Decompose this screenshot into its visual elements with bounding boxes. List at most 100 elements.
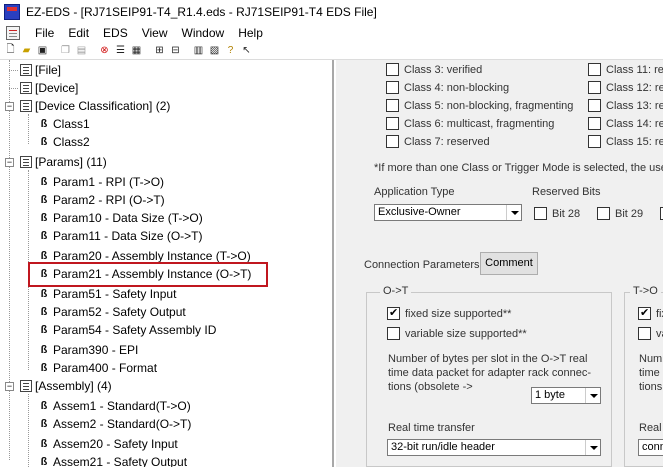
help-book-icon[interactable]: ▥ — [191, 43, 206, 58]
ot-bytes-select[interactable]: 1 byte — [531, 387, 601, 404]
tree-device-classification[interactable]: [Device Classification] (2) — [20, 97, 170, 115]
class14-checkbox[interactable]: Class 14: res — [588, 117, 663, 130]
item-icon: ß — [40, 212, 48, 224]
class12-checkbox[interactable]: Class 12: res — [588, 81, 663, 94]
multi-class-note: *If more than one Class or Trigger Mode … — [374, 162, 663, 174]
tree-device[interactable]: [Device] — [20, 79, 78, 97]
bit29-checkbox[interactable]: Bit 29 — [597, 207, 643, 220]
ot-realtime-label: Real time transfer — [388, 422, 475, 434]
properties-panel: Class 3: verified Class 4: non-blocking … — [336, 60, 663, 467]
context-help-icon[interactable]: ↖ — [239, 43, 254, 58]
tree-icon[interactable]: ⊞ — [152, 43, 167, 58]
reserved-bits-label: Reserved Bits — [532, 186, 601, 198]
item-icon: ß — [40, 250, 48, 262]
tree2-icon[interactable]: ⊟ — [168, 43, 183, 58]
section-icon — [20, 64, 32, 76]
tree-param[interactable]: ß Param1 - RPI (T->O) — [38, 173, 164, 191]
tree-param[interactable]: ß Param54 - Safety Assembly ID — [38, 321, 217, 339]
tree-assem[interactable]: ß Assem21 - Safety Output — [38, 453, 187, 467]
to-text-1: Numb — [639, 353, 663, 365]
tree-param[interactable]: ß Param390 - EPI — [38, 341, 139, 359]
selection-highlight — [28, 262, 268, 287]
class3-checkbox[interactable]: Class 3: verified — [386, 63, 482, 76]
tree-param[interactable]: ß Param51 - Safety Input — [38, 285, 177, 303]
item-icon: ß — [40, 400, 48, 412]
item-icon: ß — [40, 418, 48, 430]
to-text-2: time d — [639, 367, 663, 379]
document-icon[interactable] — [6, 25, 20, 40]
ot-bytes-text-1: Number of bytes per slot in the O->T rea… — [388, 353, 588, 365]
menu-edit[interactable]: Edit — [61, 26, 96, 40]
item-icon: ß — [40, 344, 48, 356]
question-icon[interactable]: ? — [223, 43, 238, 58]
item-icon: ß — [40, 176, 48, 188]
tree-param[interactable]: ß Param52 - Safety Output — [38, 303, 186, 321]
menu-window[interactable]: Window — [175, 26, 232, 40]
application-type-select[interactable]: Exclusive-Owner — [374, 204, 522, 221]
open-icon[interactable]: ▰ — [19, 43, 34, 58]
tree-params[interactable]: [Params] (11) — [20, 153, 107, 171]
tree-assembly[interactable]: [Assembly] (4) — [20, 377, 112, 395]
class4-checkbox[interactable]: Class 4: non-blocking — [386, 81, 509, 94]
bit28-checkbox[interactable]: Bit 28 — [534, 207, 580, 220]
tree-param[interactable]: ß Param11 - Data Size (O->T) — [38, 227, 203, 245]
menu-help[interactable]: Help — [231, 26, 270, 40]
menu-eds[interactable]: EDS — [96, 26, 135, 40]
class15-checkbox[interactable]: Class 15: res — [588, 135, 663, 148]
item-icon: ß — [40, 288, 48, 300]
tree-assem[interactable]: ß Assem1 - Standard(T->O) — [38, 397, 191, 415]
new-icon[interactable]: 🗋 — [3, 43, 18, 58]
collapse-device-classification[interactable]: − — [5, 102, 14, 111]
item-icon: ß — [40, 362, 48, 374]
tree-param[interactable]: ß Param2 - RPI (O->T) — [38, 191, 165, 209]
grid-icon[interactable]: ▦ — [129, 43, 144, 58]
ot-variable-size-checkbox[interactable]: variable size supported** — [387, 327, 527, 340]
ot-group-title: O->T — [380, 285, 412, 297]
stop-icon[interactable]: ⊗ — [97, 43, 112, 58]
tree-assem[interactable]: ß Assem20 - Safety Input — [38, 435, 178, 453]
comment-button[interactable]: Comment — [480, 252, 538, 275]
chevron-down-icon — [585, 388, 600, 403]
collapse-params[interactable]: − — [5, 158, 14, 167]
item-icon: ß — [40, 194, 48, 206]
item-icon: ß — [40, 136, 48, 148]
section-icon — [20, 380, 32, 392]
tree-class2[interactable]: ß Class2 — [38, 133, 90, 151]
paste-icon[interactable]: ▤ — [74, 43, 89, 58]
tree-class1[interactable]: ß Class1 — [38, 115, 90, 133]
class6-checkbox[interactable]: Class 6: multicast, fragmenting — [386, 117, 554, 130]
application-type-label: Application Type — [374, 186, 455, 198]
collapse-assembly[interactable]: − — [5, 382, 14, 391]
list-icon[interactable]: ☰ — [113, 43, 128, 58]
ot-bytes-text-2: time data packet for adapter rack connec… — [388, 367, 591, 379]
copy-icon[interactable]: ❐ — [58, 43, 73, 58]
tree-assem[interactable]: ß Assem2 - Standard(O->T) — [38, 415, 192, 433]
save-icon[interactable]: ▣ — [35, 43, 50, 58]
page-icon[interactable]: ▧ — [207, 43, 222, 58]
to-text-3: tions ( — [639, 381, 663, 393]
chevron-down-icon — [585, 440, 600, 455]
class13-checkbox[interactable]: Class 13: res — [588, 99, 663, 112]
class7-checkbox[interactable]: Class 7: reserved — [386, 135, 490, 148]
menu-file[interactable]: File — [28, 26, 61, 40]
tree-param[interactable]: ß Param10 - Data Size (T->O) — [38, 209, 203, 227]
item-icon: ß — [40, 324, 48, 336]
item-icon: ß — [40, 438, 48, 450]
to-realtime-select[interactable]: conn — [638, 439, 663, 456]
ot-fixed-size-checkbox[interactable]: fixed size supported** — [387, 306, 511, 320]
item-icon: ß — [40, 118, 48, 130]
tree-param[interactable]: ß Param400 - Format — [38, 359, 157, 377]
app-icon[interactable] — [4, 3, 20, 20]
tree-file[interactable]: [File] — [20, 61, 61, 79]
menu-view[interactable]: View — [135, 26, 175, 40]
to-fixed-size-checkbox[interactable]: fix — [638, 306, 663, 320]
class5-checkbox[interactable]: Class 5: non-blocking, fragmenting — [386, 99, 573, 112]
section-icon — [20, 100, 32, 112]
ot-realtime-select[interactable]: 32-bit run/idle header — [387, 439, 601, 456]
to-variable-size-checkbox[interactable]: va — [638, 327, 663, 340]
title-bar: EZ-EDS - [RJ71SEIP91-T4_R1.4.eds - RJ71S… — [0, 0, 663, 23]
section-icon — [20, 82, 32, 94]
chevron-down-icon — [506, 205, 521, 220]
ot-bytes-text-3: tions (obsolete -> — [388, 381, 473, 393]
class11-checkbox[interactable]: Class 11: res — [588, 63, 663, 76]
